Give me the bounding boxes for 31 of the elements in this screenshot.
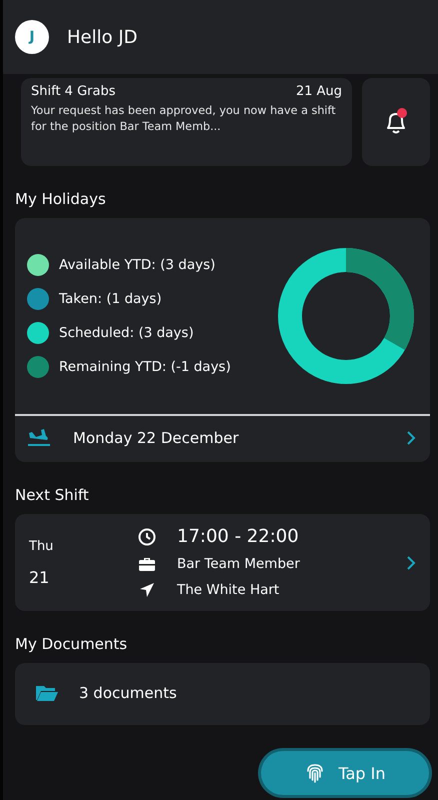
documents-count: 3 documents xyxy=(79,684,177,702)
holiday-date: Monday 22 December xyxy=(73,429,240,447)
shift-time: 17:00 - 22:00 xyxy=(177,526,299,547)
section-title: Next Shift xyxy=(15,486,90,504)
chevron-right-icon xyxy=(406,554,416,570)
legend-label: Scheduled: (3 days) xyxy=(59,325,194,341)
greeting: Hello JD xyxy=(67,26,138,48)
clock-icon xyxy=(137,526,157,546)
legend-label: Available YTD: (3 days) xyxy=(59,257,216,273)
shift-date: 21 xyxy=(29,568,50,586)
documents-card[interactable]: 3 documents xyxy=(15,663,430,725)
folder-icon xyxy=(35,683,59,703)
section-title: My Documents xyxy=(15,635,128,653)
avatar[interactable]: J xyxy=(15,20,49,54)
legend-label: Remaining YTD: (-1 days) xyxy=(59,359,231,375)
chevron-right-icon xyxy=(406,430,416,446)
briefcase-icon xyxy=(137,555,157,573)
shift-location: The White Hart xyxy=(177,582,280,598)
legend-label: Taken: (1 days) xyxy=(59,291,162,307)
shift-role: Bar Team Member xyxy=(177,556,300,572)
shift-card[interactable]: Thu 21 17:00 - 22:00 Bar Team Member The White Hart xyxy=(15,514,430,611)
tap-in-button[interactable]: Tap In xyxy=(261,751,429,795)
plane-landing-icon xyxy=(27,428,51,448)
notifications-button[interactable] xyxy=(362,78,430,166)
notification-date: 21 Aug xyxy=(296,84,342,99)
notification-card[interactable]: Shift 4 Grabs 21 Aug Your request has been approved, you now have a shift for the position Bar Team Memb... xyxy=(21,78,352,166)
notification-title: Shift 4 Grabs xyxy=(31,84,116,99)
section-title: My Holidays xyxy=(15,190,107,208)
holiday-row[interactable]: Monday 22 December xyxy=(15,416,430,462)
notification-message: Your request has been approved, you now have a shift for the position Bar Team Memb... xyxy=(31,103,337,135)
shift-day: Thu xyxy=(29,538,137,554)
